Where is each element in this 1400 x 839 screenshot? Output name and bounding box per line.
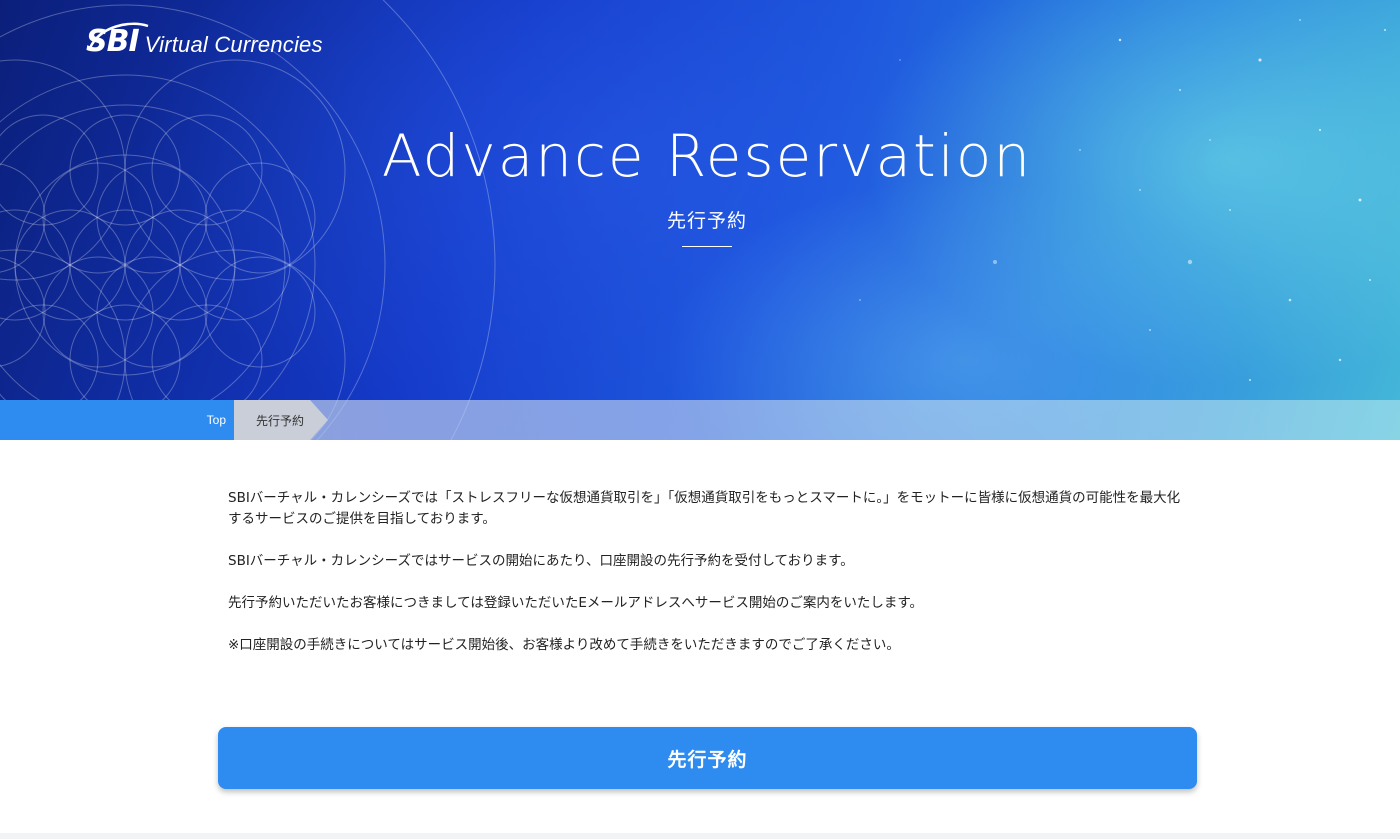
notice-paragraph: ※口座開設の手続きについてはサービス開始後、お客様より改めて手続きをいただきます… [228,637,900,653]
intro-paragraph: SBIバーチャル・カレンシーズではサービスの開始にあたり、口座開設の先行予約を受… [228,553,854,569]
sbi-logo[interactable]: SBI Virtual Currencies [86,18,323,60]
intro-text: SBIバーチャル・カレンシーズでは「ストレスフリーな仮想通貨取引を」「仮想通貨取… [228,488,1188,677]
logo-mark: SBI [86,23,140,59]
hero-banner: SBI Virtual Currencies Advance Reservati… [0,0,1400,440]
advance-reservation-button[interactable]: 先行予約 [218,727,1197,789]
logo-text: Virtual Currencies [144,32,323,57]
breadcrumb-current: 先行予約 [234,400,310,440]
footer-divider [0,833,1400,839]
page-title: Advance Reservation [381,122,1033,190]
breadcrumb: Top 先行予約 [0,400,1400,440]
breadcrumb-top-link[interactable]: Top [0,400,234,440]
intro-paragraph: 先行予約いただいたお客様につきましては登録いただいたEメールアドレスへサービス開… [228,595,924,611]
page-subtitle: 先行予約 [666,210,747,232]
title-divider [682,246,732,247]
intro-paragraph: SBIバーチャル・カレンシーズでは「ストレスフリーな仮想通貨取引を」「仮想通貨取… [228,490,1181,527]
breadcrumb-arrow [310,400,328,440]
